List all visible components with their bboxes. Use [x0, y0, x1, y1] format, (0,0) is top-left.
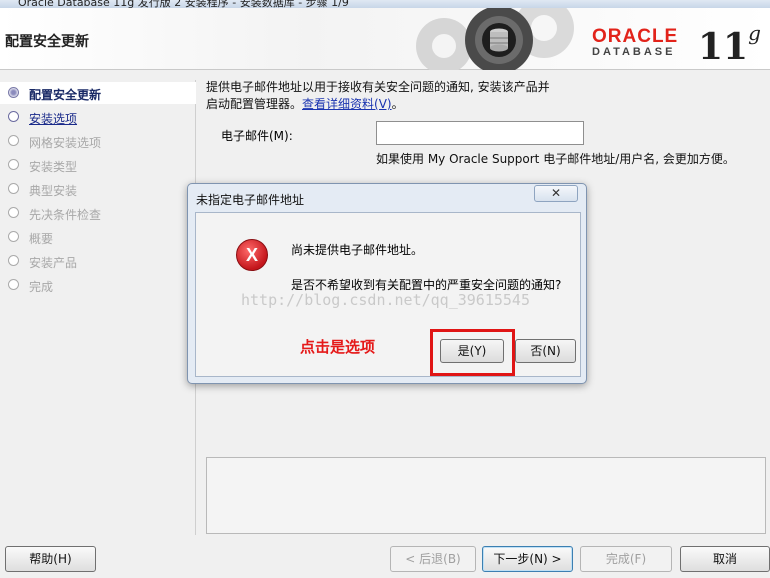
- close-icon[interactable]: ✕: [534, 185, 578, 202]
- step-icon: [8, 255, 19, 266]
- messages-panel: [206, 457, 766, 534]
- step-label: 配置安全更新: [29, 88, 102, 102]
- description-suffix: 。: [391, 97, 404, 111]
- step-prereq-check: 先决条件检查: [0, 202, 196, 224]
- step-label: 概要: [29, 232, 54, 246]
- oracle-brand-bottom: DATABASE: [592, 46, 676, 58]
- no-email-dialog: 未指定电子邮件地址 ✕ X 尚未提供电子邮件地址。 是否不希望收到有关配置中的严…: [187, 183, 587, 384]
- gears-graphic: [416, 8, 574, 70]
- email-hint: 如果使用 My Oracle Support 电子邮件地址/用户名, 会更加方便…: [376, 152, 735, 166]
- step-icon: [8, 111, 19, 122]
- step-configure-security-updates: 配置安全更新: [0, 82, 196, 104]
- version-logo: 11g: [698, 21, 761, 68]
- step-label: 典型安装: [29, 184, 78, 198]
- dialog-title: 未指定电子邮件地址: [196, 193, 305, 207]
- step-label: 网格安装选项: [29, 136, 102, 150]
- dialog-message-1: 尚未提供电子邮件地址。: [291, 243, 424, 257]
- version-suffix: g: [748, 21, 761, 45]
- step-icon: [8, 279, 19, 290]
- step-icon: [8, 135, 19, 146]
- step-install-options[interactable]: 安装选项: [0, 106, 196, 128]
- step-label[interactable]: 安装选项: [29, 110, 77, 127]
- oracle-logo: ORACLE DATABASE: [592, 26, 678, 58]
- description: 提供电子邮件地址以用于接收有关安全问题的通知, 安装该产品并 启动配置管理器。查…: [206, 79, 566, 113]
- step-finish: 完成: [0, 274, 196, 296]
- step-summary: 概要: [0, 226, 196, 248]
- email-label: 电子邮件(M):: [221, 129, 293, 143]
- view-details-link[interactable]: 查看详细资料(V): [302, 97, 392, 111]
- step-icon: [8, 183, 19, 194]
- description-line2: 启动配置管理器。查看详细资料(V)。: [206, 96, 566, 113]
- window-title: Oracle Database 11g 发行版 2 安装程序 - 安装数据库 -…: [18, 0, 349, 8]
- oracle-brand-top: ORACLE: [592, 26, 679, 47]
- window-titlebar: Oracle Database 11g 发行版 2 安装程序 - 安装数据库 -…: [0, 0, 770, 8]
- watermark: http://blog.csdn.net/qq_39615545: [241, 291, 530, 309]
- step-typical-install: 典型安装: [0, 178, 196, 200]
- finish-button[interactable]: 完成(F): [580, 546, 672, 572]
- step-install-type: 安装类型: [0, 154, 196, 176]
- step-current-icon: [8, 87, 19, 98]
- step-install-product: 安装产品: [0, 250, 196, 272]
- description-line1: 提供电子邮件地址以用于接收有关安全问题的通知, 安装该产品并: [206, 80, 550, 94]
- step-label: 安装产品: [29, 256, 78, 270]
- yes-button[interactable]: 是(Y): [440, 339, 504, 363]
- step-label: 完成: [29, 280, 54, 294]
- email-field[interactable]: [376, 121, 584, 145]
- steps-sidebar: 配置安全更新 安装选项 网格安装选项 安装类型 典型安装 先决条件检查 概要 安…: [0, 80, 196, 535]
- page-title: 配置安全更新: [5, 34, 89, 50]
- help-button[interactable]: 帮助(H): [5, 546, 96, 572]
- step-icon: [8, 207, 19, 218]
- step-label: 安装类型: [29, 160, 78, 174]
- page-header: 配置安全更新 ORACLE DATABASE 11g: [0, 8, 770, 70]
- footer-bar: 帮助(H) < 后退(B) 下一步(N) > 完成(F) 取消: [0, 540, 770, 578]
- step-label: 先决条件检查: [29, 208, 102, 222]
- back-button[interactable]: < 后退(B): [390, 546, 476, 572]
- next-button[interactable]: 下一步(N) >: [482, 546, 573, 572]
- no-button[interactable]: 否(N): [515, 339, 576, 363]
- step-icon: [8, 231, 19, 242]
- error-icon: X: [236, 239, 268, 271]
- step-grid-install-options: 网格安装选项: [0, 130, 196, 152]
- description-prefix: 启动配置管理器。: [206, 97, 303, 111]
- version-number: 11: [698, 26, 749, 68]
- annotation-text: 点击是选项: [300, 338, 376, 356]
- cancel-button[interactable]: 取消: [680, 546, 770, 572]
- step-icon: [8, 159, 19, 170]
- dialog-body: X 尚未提供电子邮件地址。 是否不希望收到有关配置中的严重安全问题的通知? ht…: [195, 212, 581, 377]
